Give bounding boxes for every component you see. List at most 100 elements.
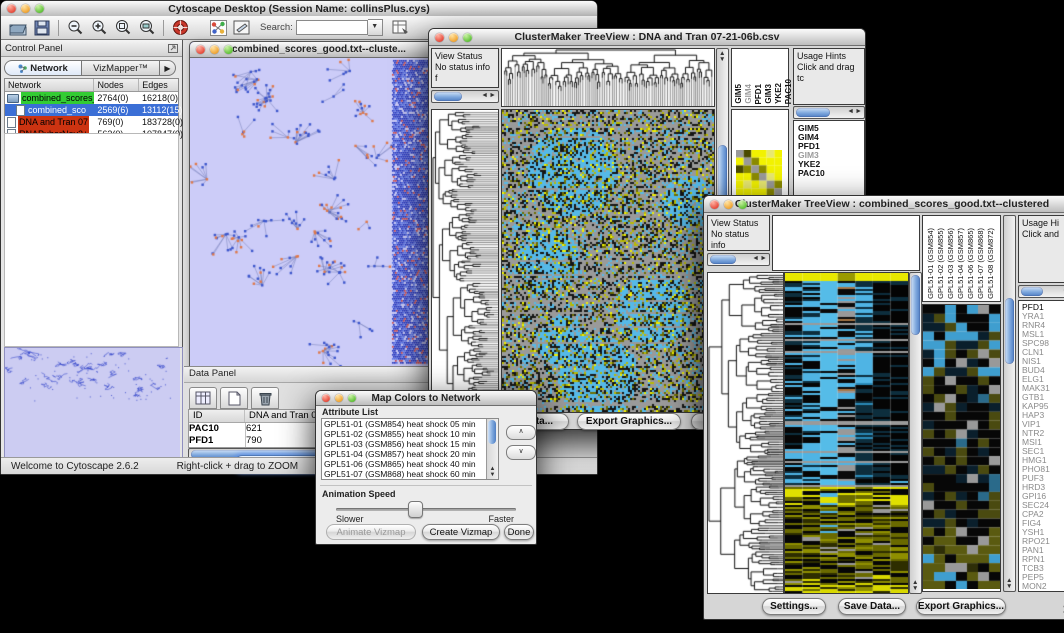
rotated-gene-label[interactable]: GIM5 bbox=[734, 84, 743, 104]
tv2-hints-hscrollbar[interactable]: ◄► bbox=[1018, 285, 1064, 298]
search-input[interactable] bbox=[296, 20, 368, 35]
row-tree-canvas[interactable] bbox=[432, 110, 498, 412]
network-row[interactable]: combined_sco2569(6)13112(15) bbox=[5, 104, 178, 116]
column-tree-canvas[interactable] bbox=[502, 49, 714, 106]
rotated-array-label[interactable]: GPL51-04 (GSM857) bbox=[956, 228, 965, 299]
rotated-gene-label[interactable]: PFD1 bbox=[754, 84, 763, 104]
create-vizmap-button[interactable]: Create Vizmap bbox=[422, 524, 500, 540]
scroll-thumb[interactable] bbox=[1005, 298, 1014, 364]
scroll-thumb[interactable] bbox=[911, 275, 920, 335]
rotated-gene-label[interactable]: GIM4 bbox=[744, 84, 753, 104]
tv2-settings-button[interactable]: Settings... bbox=[762, 598, 826, 615]
col-id[interactable]: ID bbox=[189, 410, 245, 422]
tv2-heatmap[interactable] bbox=[784, 272, 909, 594]
scroll-arrows[interactable]: ▲▼ bbox=[488, 466, 497, 478]
close-button[interactable] bbox=[435, 33, 444, 42]
heatmap-canvas[interactable] bbox=[502, 110, 714, 412]
scroll-arrows[interactable]: ▲▼ bbox=[719, 51, 725, 63]
minimize-button[interactable] bbox=[449, 33, 458, 42]
scroll-thumb[interactable] bbox=[710, 255, 736, 264]
zoom-button[interactable] bbox=[738, 200, 747, 209]
scroll-arrows[interactable]: ◄► bbox=[847, 108, 863, 115]
scroll-arrows[interactable]: ▲▼ bbox=[1006, 578, 1012, 590]
new-attribute-button[interactable] bbox=[220, 387, 248, 409]
move-up-button[interactable]: ∧ bbox=[506, 425, 536, 440]
scroll-thumb[interactable] bbox=[488, 420, 496, 444]
gene-label[interactable]: PAC10 bbox=[798, 169, 864, 178]
col-edges[interactable]: Edges bbox=[139, 79, 178, 91]
attribute-browser-button[interactable] bbox=[389, 18, 413, 38]
network-frame-titlebar[interactable]: combined_scores_good.txt--cluste... bbox=[190, 42, 448, 58]
zoom-button[interactable] bbox=[348, 394, 356, 402]
move-down-button[interactable]: ∨ bbox=[506, 445, 536, 460]
minimize-button[interactable] bbox=[724, 200, 733, 209]
search-dropdown-button[interactable]: ▼ bbox=[368, 19, 383, 36]
open-session-button[interactable] bbox=[6, 18, 30, 38]
scroll-arrows[interactable]: ◄► bbox=[752, 255, 768, 262]
network-row[interactable]: DNA and Tran 07769(0)183728(0) bbox=[5, 116, 178, 128]
close-button[interactable] bbox=[710, 200, 719, 209]
rotated-array-label[interactable]: GPL51-03 (GSM856) bbox=[946, 228, 955, 299]
gene-label[interactable]: MON2 bbox=[1022, 582, 1064, 591]
attribute-listbox[interactable]: GPL51-01 (GSM854) heat shock 05 minGPL51… bbox=[321, 418, 499, 480]
attribute-item[interactable]: GPL51-03 (GSM856) heat shock 15 min bbox=[322, 439, 498, 449]
tab-network[interactable]: Network bbox=[4, 60, 82, 76]
tv2-export-graphics-button[interactable]: Export Graphics... bbox=[916, 598, 1006, 615]
rotated-array-label[interactable]: GPL51-06 (GSM865) bbox=[966, 228, 975, 299]
tv1-row-dendrogram[interactable] bbox=[431, 109, 499, 413]
float-panel-icon[interactable] bbox=[168, 44, 178, 53]
zoom-in-button[interactable] bbox=[87, 18, 111, 38]
annotation-button[interactable] bbox=[230, 18, 254, 38]
animate-vizmap-button[interactable]: Animate Vizmap bbox=[326, 524, 416, 540]
attribute-item[interactable]: GPL51-01 (GSM854) heat shock 05 min bbox=[322, 419, 498, 429]
tab-vizmapper[interactable]: VizMapper™ bbox=[82, 60, 160, 76]
tv1-titlebar[interactable]: ClusterMaker TreeView : DNA and Tran 07-… bbox=[429, 29, 865, 46]
rotated-gene-label[interactable]: YKE2 bbox=[774, 83, 783, 104]
tv2-column-dendrogram[interactable] bbox=[772, 215, 920, 271]
attribute-item[interactable]: GPL51-02 (GSM855) heat shock 10 min bbox=[322, 429, 498, 439]
minimize-button[interactable] bbox=[335, 394, 343, 402]
col-nodes[interactable]: Nodes bbox=[94, 79, 139, 91]
dialog-titlebar[interactable]: Map Colors to Network bbox=[316, 391, 536, 406]
tv2-titlebar[interactable]: ClusterMaker TreeView : combined_scores_… bbox=[704, 196, 1064, 213]
rotated-array-label[interactable]: GPL51-02 (GSM855) bbox=[936, 228, 945, 299]
help-button[interactable] bbox=[168, 18, 192, 38]
delete-attribute-button[interactable] bbox=[251, 387, 279, 409]
rotated-array-label[interactable]: GPL51-01 (GSM854) bbox=[926, 228, 935, 299]
network-row[interactable]: combined_scores_2764(0)16218(0) bbox=[5, 92, 178, 104]
tv2-gene-vscrollbar[interactable]: ▲▼ bbox=[1003, 215, 1016, 592]
zoom-fit-button[interactable] bbox=[135, 18, 159, 38]
scroll-arrows[interactable]: ◄► bbox=[481, 92, 497, 99]
scroll-arrows[interactable]: ▲▼ bbox=[912, 580, 918, 592]
close-button[interactable] bbox=[322, 394, 330, 402]
tv2-zoom-view[interactable] bbox=[922, 304, 1001, 592]
attribute-item[interactable]: GPL51-04 (GSM857) heat shock 20 min bbox=[322, 449, 498, 459]
tv1-hints-hscrollbar[interactable]: ◄► bbox=[793, 106, 865, 119]
slider-thumb[interactable] bbox=[408, 501, 423, 518]
plugin-nodes-button[interactable] bbox=[206, 18, 230, 38]
rotated-gene-label[interactable]: GIM3 bbox=[764, 84, 773, 104]
done-button[interactable]: Done bbox=[504, 524, 534, 540]
zoom-out-button[interactable] bbox=[63, 18, 87, 38]
tv1-column-dendrogram[interactable] bbox=[501, 48, 715, 107]
attribute-item[interactable]: GPL51-07 (GSM868) heat shock 60 min bbox=[322, 469, 498, 479]
zoom-heatmap-canvas[interactable] bbox=[923, 305, 1000, 589]
tv2-row-dendrogram[interactable] bbox=[707, 272, 784, 594]
select-attributes-button[interactable] bbox=[189, 387, 217, 409]
heatmap-canvas[interactable] bbox=[785, 273, 908, 593]
minimize-button[interactable] bbox=[21, 4, 30, 13]
zoom-button[interactable] bbox=[224, 45, 233, 54]
attribute-item[interactable]: GPL51-06 (GSM865) heat shock 40 min bbox=[322, 459, 498, 469]
tv2-status-hscrollbar[interactable]: ◄► bbox=[707, 253, 770, 266]
tv1-status-hscrollbar[interactable]: ◄► bbox=[431, 90, 499, 103]
zoom-selected-button[interactable] bbox=[111, 18, 135, 38]
tv1-export-graphics-button[interactable]: Export Graphics... bbox=[577, 413, 681, 430]
birdseye-view[interactable] bbox=[4, 347, 183, 460]
scroll-thumb[interactable] bbox=[434, 92, 462, 101]
close-button[interactable] bbox=[7, 4, 16, 13]
scroll-thumb[interactable] bbox=[796, 108, 830, 117]
scroll-thumb[interactable] bbox=[1021, 287, 1043, 296]
tv1-heatmap[interactable] bbox=[501, 109, 715, 413]
mini-heatmap-canvas[interactable] bbox=[736, 150, 782, 196]
row-tree-canvas[interactable] bbox=[708, 273, 783, 593]
